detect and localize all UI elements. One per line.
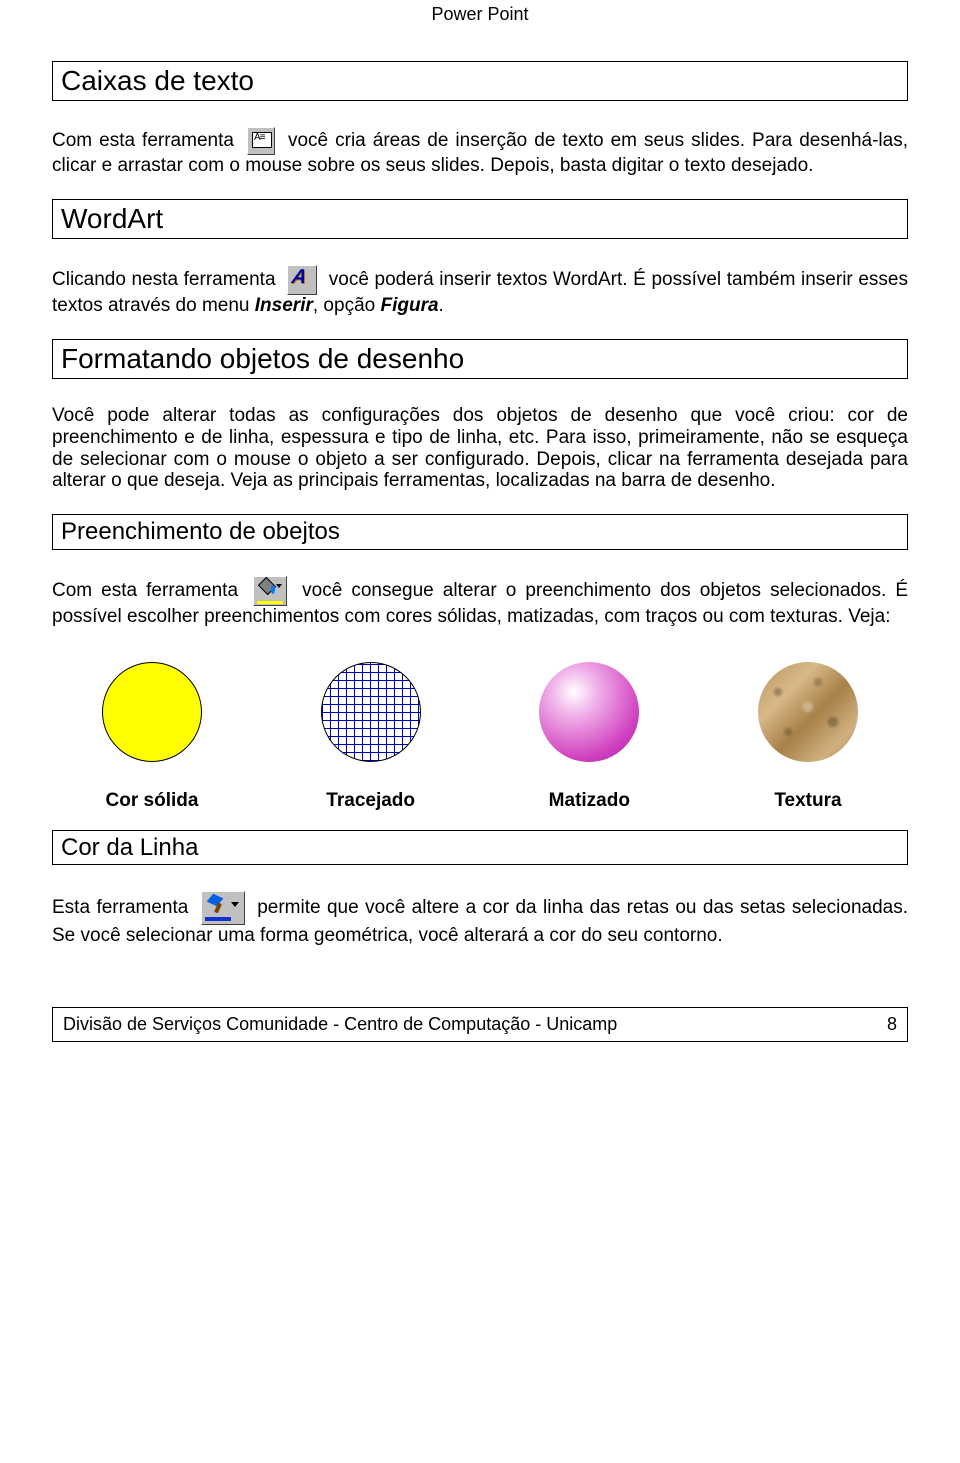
doc-header-title: Power Point xyxy=(52,0,908,43)
line-color-icon xyxy=(201,891,245,925)
section-caixas-title: Caixas de texto xyxy=(52,61,908,101)
wordart-icon xyxy=(287,265,317,295)
circle-texture-icon xyxy=(758,662,858,762)
formatando-paragraph: Você pode alterar todas as configurações… xyxy=(52,405,908,492)
label-tex: Textura xyxy=(738,790,878,812)
label-grad: Matizado xyxy=(519,790,659,812)
fill-example-texture: Textura xyxy=(738,662,878,812)
wordart-text-before: Clicando nesta ferramenta xyxy=(52,269,276,290)
section-cordalinha-title: Cor da Linha xyxy=(52,830,908,866)
cordalinha-paragraph: Esta ferramenta permite que você altere … xyxy=(52,891,908,947)
footer-text: Divisão de Serviços Comunidade - Centro … xyxy=(63,1014,617,1035)
page-number: 8 xyxy=(847,1014,897,1035)
fill-examples-row: Cor sólida Tracejado Matizado Textura xyxy=(82,662,878,812)
footer: Divisão de Serviços Comunidade - Centro … xyxy=(52,1007,908,1042)
section-preenchimento-title: Preenchimento de obejtos xyxy=(52,514,908,550)
caixas-text-before: Com esta ferramenta xyxy=(52,130,234,151)
fill-bucket-icon xyxy=(253,576,287,606)
fill-example-solid: Cor sólida xyxy=(82,662,222,812)
preench-text-before: Com esta ferramenta xyxy=(52,580,238,601)
circle-gradient-icon xyxy=(539,662,639,762)
fill-example-hatch: Tracejado xyxy=(301,662,441,812)
textbox-icon xyxy=(247,127,275,155)
wordart-option: Figura xyxy=(380,295,438,316)
preenchimento-paragraph: Com esta ferramenta você consegue altera… xyxy=(52,576,908,628)
fill-example-gradient: Matizado xyxy=(519,662,659,812)
wordart-end: . xyxy=(439,295,444,316)
wordart-menu: Inserir xyxy=(255,295,313,316)
wordart-sep: , opção xyxy=(313,295,381,316)
section-formatando-title: Formatando objetos de desenho xyxy=(52,339,908,379)
section-wordart-title: WordArt xyxy=(52,199,908,239)
circle-hatch-icon xyxy=(321,662,421,762)
linha-text-before: Esta ferramenta xyxy=(52,897,188,918)
label-solid: Cor sólida xyxy=(82,790,222,812)
circle-solid-icon xyxy=(102,662,202,762)
wordart-paragraph: Clicando nesta ferramenta você poderá in… xyxy=(52,265,908,317)
caixas-paragraph: Com esta ferramenta você cria áreas de i… xyxy=(52,127,908,177)
label-hatch: Tracejado xyxy=(301,790,441,812)
